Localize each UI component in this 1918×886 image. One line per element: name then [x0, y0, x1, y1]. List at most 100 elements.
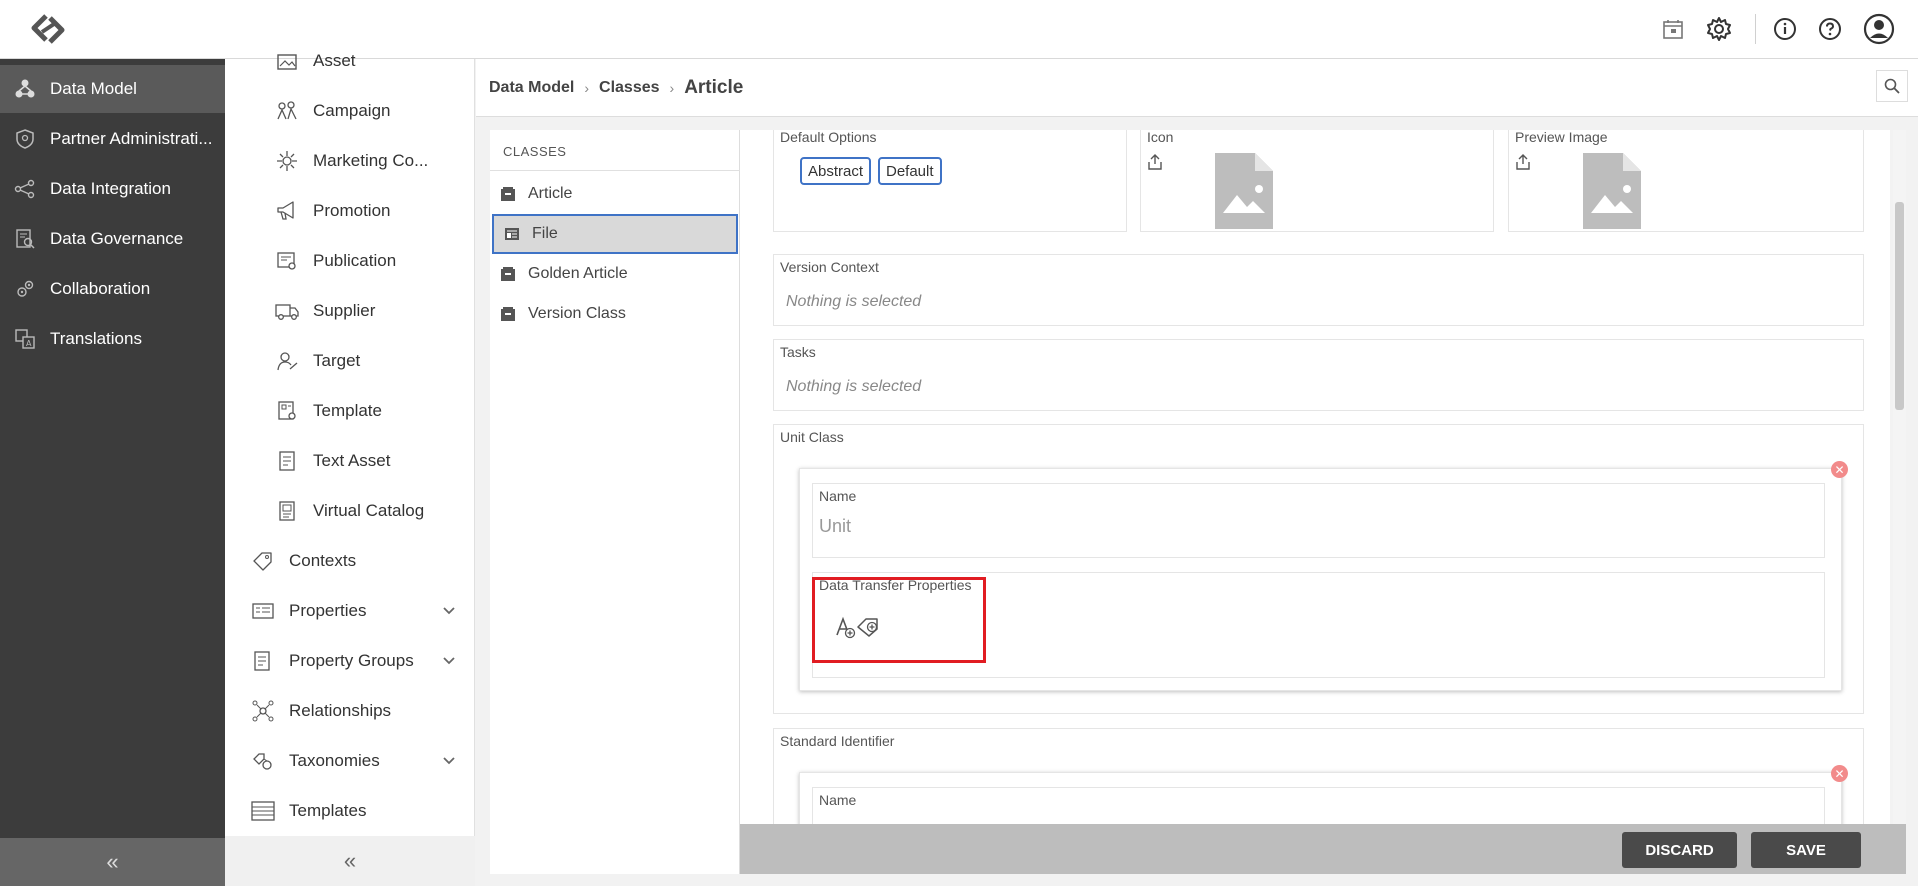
upload-icon[interactable] — [1515, 153, 1531, 171]
tag-icon — [249, 547, 277, 575]
translations-icon: A — [12, 326, 38, 352]
sidebar-item-label: Translations — [50, 329, 142, 348]
classes-panel: CLASSES Article File Golden Article Vers… — [490, 130, 740, 874]
breadcrumb-item-data-model[interactable]: Data Model — [489, 79, 574, 97]
tree-item-label: Taxonomies — [289, 751, 380, 770]
chevron-down-icon[interactable] — [441, 603, 457, 619]
tree-item-publication[interactable]: Publication — [273, 241, 396, 281]
image-placeholder-icon — [1215, 153, 1273, 229]
upload-icon[interactable] — [1147, 153, 1163, 171]
main-sidebar: Data Model Partner Administrati... Data … — [0, 59, 225, 886]
calendar-icon[interactable] — [1656, 12, 1690, 46]
field-label: Preview Image — [1515, 130, 1608, 145]
search-button[interactable] — [1876, 70, 1908, 102]
shield-icon — [12, 126, 38, 152]
chevron-down-icon[interactable] — [441, 753, 457, 769]
tree-item-label: Promotion — [313, 201, 391, 220]
tree-collapse-button[interactable]: « — [225, 836, 475, 886]
unit-name-field[interactable]: Name Unit — [812, 483, 1825, 558]
tree-item-virtual-catalog[interactable]: Virtual Catalog — [273, 491, 424, 531]
target-icon — [273, 347, 301, 375]
tree-item-label: Campaign — [313, 101, 391, 120]
tree-item-label: Relationships — [289, 701, 392, 720]
tree-item-property-groups[interactable]: Property Groups — [249, 641, 475, 681]
sidebar-item-translations[interactable]: A Translations — [0, 315, 225, 363]
page-title: Article — [684, 77, 744, 98]
tree-item-text-asset[interactable]: Text Asset — [273, 441, 390, 481]
save-button[interactable]: SAVE — [1751, 832, 1861, 868]
catalog-icon — [273, 497, 301, 525]
chip-abstract[interactable]: Abstract — [800, 157, 872, 185]
class-icon — [501, 187, 515, 201]
tree-item-label: Publication — [313, 251, 397, 270]
sidebar-collapse-button[interactable]: « — [0, 838, 225, 886]
preview-image-card: Preview Image — [1508, 130, 1864, 232]
tree-item-target[interactable]: Target — [273, 341, 360, 381]
help-icon[interactable] — [1813, 12, 1847, 46]
class-item-version-class[interactable]: Version Class — [490, 294, 740, 334]
sidebar-item-data-model[interactable]: Data Model — [0, 65, 225, 113]
tree-item-template[interactable]: Template — [273, 391, 382, 431]
chevron-down-icon[interactable] — [441, 653, 457, 669]
info-icon[interactable] — [1768, 12, 1802, 46]
class-item-label: Golden Article — [528, 265, 628, 282]
tree-item-relationships[interactable]: Relationships — [249, 691, 391, 731]
vertical-scrollbar[interactable] — [1893, 130, 1906, 824]
svg-text:A: A — [26, 339, 32, 348]
field-label: Default Options — [780, 130, 877, 145]
properties-icon — [249, 597, 277, 625]
templates-icon — [249, 797, 277, 825]
scrollbar-thumb[interactable] — [1895, 202, 1904, 410]
file-class-icon — [505, 228, 519, 240]
discard-button[interactable]: DISCARD — [1622, 832, 1737, 868]
field-label: Standard Identifier — [780, 733, 895, 749]
unit-name-value: Unit — [819, 516, 852, 536]
tree-item-label: Supplier — [313, 301, 376, 320]
sidebar-item-data-integration[interactable]: Data Integration — [0, 165, 225, 213]
sidebar-item-label: Collaboration — [50, 279, 151, 298]
class-icon — [501, 267, 515, 281]
field-label: Name — [819, 792, 857, 808]
version-context-value: Nothing is selected — [786, 293, 922, 310]
tree-item-properties[interactable]: Properties — [249, 591, 475, 631]
app-logo-icon[interactable] — [24, 10, 72, 48]
field-label: Name — [819, 488, 857, 504]
tree-item-promotion[interactable]: Promotion — [273, 191, 390, 231]
remove-standard-identifier-button[interactable]: ✕ — [1831, 765, 1848, 782]
breadcrumb-separator: › — [669, 80, 675, 96]
class-item-article[interactable]: Article — [490, 174, 740, 214]
sidebar-item-label: Partner Administrati... — [50, 129, 213, 148]
tree-item-contexts[interactable]: Contexts — [249, 541, 356, 581]
field-label: Icon — [1147, 130, 1174, 145]
class-item-label: File — [532, 225, 558, 242]
class-item-file[interactable]: File — [492, 214, 738, 254]
megaphone-icon — [273, 197, 301, 225]
field-label: Tasks — [780, 344, 816, 360]
tree-item-supplier[interactable]: Supplier — [273, 291, 375, 331]
version-context-card[interactable]: Version Context Nothing is selected — [773, 254, 1864, 326]
template-icon — [273, 397, 301, 425]
breadcrumb-item-classes[interactable]: Classes — [599, 79, 660, 97]
sidebar-item-collaboration[interactable]: Collaboration — [0, 265, 225, 313]
icon-card: Icon — [1140, 130, 1494, 232]
tree-item-marketing-collateral[interactable]: Marketing Co... — [273, 141, 428, 181]
remove-unit-class-button[interactable]: ✕ — [1831, 461, 1848, 478]
user-icon[interactable] — [1862, 12, 1896, 46]
tree-item-asset[interactable]: Asset — [273, 41, 356, 81]
sidebar-item-partner-administration[interactable]: Partner Administrati... — [0, 115, 225, 163]
divider — [490, 170, 740, 171]
class-item-golden-article[interactable]: Golden Article — [490, 254, 740, 294]
tree-item-campaign[interactable]: Campaign — [273, 91, 391, 131]
standard-identifier-name-field[interactable]: Name — [812, 787, 1825, 824]
tree-item-label: Template — [313, 401, 382, 420]
integration-icon — [12, 176, 38, 202]
chip-default[interactable]: Default — [878, 157, 942, 185]
sidebar-item-data-governance[interactable]: Data Governance — [0, 215, 225, 263]
gear-icon[interactable] — [1702, 12, 1736, 46]
property-groups-icon — [249, 647, 277, 675]
tasks-card[interactable]: Tasks Nothing is selected — [773, 339, 1864, 411]
tree-item-taxonomies[interactable]: Taxonomies — [249, 741, 475, 781]
tree-item-label: Contexts — [289, 551, 357, 570]
relationships-icon — [249, 697, 277, 725]
tree-item-templates[interactable]: Templates — [249, 791, 366, 831]
